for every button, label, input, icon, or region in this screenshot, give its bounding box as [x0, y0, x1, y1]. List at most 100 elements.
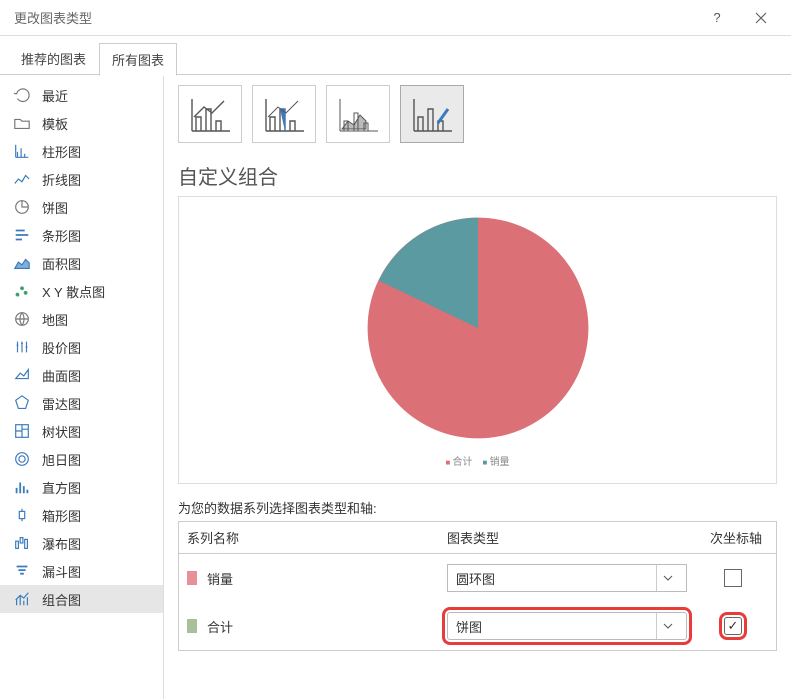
sidebar-item-label: 饼图: [42, 198, 68, 217]
column-chart-icon: [12, 141, 32, 161]
legend-sales: 销量: [483, 453, 510, 468]
chart-type-select-sales[interactable]: 圆环图: [447, 564, 687, 592]
series-name: 销量: [187, 569, 447, 588]
select-value: 饼图: [456, 617, 482, 636]
sidebar-item-histogram[interactable]: 直方图: [0, 473, 163, 501]
sidebar-item-area[interactable]: 面积图: [0, 249, 163, 277]
sidebar-item-label: 最近: [42, 86, 68, 105]
series-table: 系列名称 图表类型 次坐标轴 销量 圆环图: [178, 521, 777, 651]
sidebar-item-label: 折线图: [42, 170, 81, 189]
pie-chart-icon: [363, 213, 593, 443]
sidebar-item-label: 树状图: [42, 422, 81, 441]
series-row-total: 合计 饼图: [179, 602, 776, 650]
section-title: 自定义组合: [178, 161, 777, 190]
sidebar-item-radar[interactable]: 雷达图: [0, 389, 163, 417]
sidebar-item-map[interactable]: 地图: [0, 305, 163, 333]
funnel-icon: [12, 561, 32, 581]
combo-chart-icon: [12, 589, 32, 609]
series-prompt: 为您的数据系列选择图表类型和轴:: [178, 498, 777, 517]
sidebar-item-pie[interactable]: 饼图: [0, 193, 163, 221]
sidebar-item-label: 曲面图: [42, 366, 81, 385]
sidebar-item-template[interactable]: 模板: [0, 109, 163, 137]
sidebar-item-label: 模板: [42, 114, 68, 133]
sidebar-item-label: 面积图: [42, 254, 81, 273]
close-button[interactable]: [739, 0, 783, 36]
series-header: 系列名称 图表类型 次坐标轴: [179, 522, 776, 554]
sidebar-item-column[interactable]: 柱形图: [0, 137, 163, 165]
sidebar-item-recent[interactable]: 最近: [0, 81, 163, 109]
sidebar-item-label: 地图: [42, 310, 68, 329]
subtype-row: [178, 85, 777, 143]
stock-chart-icon: [12, 337, 32, 357]
scatter-chart-icon: [12, 281, 32, 301]
sidebar-item-scatter[interactable]: X Y 散点图: [0, 277, 163, 305]
sidebar-item-label: 瀑布图: [42, 534, 81, 553]
series-row-sales: 销量 圆环图: [179, 554, 776, 602]
help-button[interactable]: ?: [695, 0, 739, 36]
secondary-axis-checkbox-sales[interactable]: [724, 569, 742, 587]
legend-total: 合计: [445, 453, 472, 468]
subtype-combo-custom[interactable]: [400, 85, 464, 143]
series-name-label: 合计: [207, 617, 233, 636]
header-series-name: 系列名称: [187, 528, 447, 547]
radar-chart-icon: [12, 393, 32, 413]
series-name: 合计: [187, 617, 447, 636]
chart-type-sidebar: 最近 模板 柱形图 折线图 饼图 条形图 面积图 X Y 散点图 地图: [0, 75, 164, 699]
sidebar-item-label: 股价图: [42, 338, 81, 357]
area-chart-icon: [12, 253, 32, 273]
sidebar-item-treemap[interactable]: 树状图: [0, 417, 163, 445]
series-name-label: 销量: [207, 569, 233, 588]
map-icon: [12, 309, 32, 329]
tab-strip: 推荐的图表 所有图表: [0, 36, 791, 75]
sidebar-item-waterfall[interactable]: 瀑布图: [0, 529, 163, 557]
boxplot-icon: [12, 505, 32, 525]
sidebar-item-boxplot[interactable]: 箱形图: [0, 501, 163, 529]
sidebar-item-label: 组合图: [42, 590, 81, 609]
sidebar-item-label: 柱形图: [42, 142, 81, 161]
tab-recommended[interactable]: 推荐的图表: [8, 42, 99, 75]
sidebar-item-label: 箱形图: [42, 506, 81, 525]
subtype-combo-2[interactable]: [252, 85, 316, 143]
header-chart-type: 图表类型: [447, 528, 698, 547]
sidebar-item-line[interactable]: 折线图: [0, 165, 163, 193]
tab-all-charts[interactable]: 所有图表: [99, 43, 177, 76]
sidebar-item-bar[interactable]: 条形图: [0, 221, 163, 249]
chevron-down-icon: [656, 613, 678, 639]
sidebar-item-label: 雷达图: [42, 394, 81, 413]
sidebar-item-label: X Y 散点图: [42, 282, 105, 301]
sunburst-icon: [12, 449, 32, 469]
main-pane: 自定义组合 合计 销量 为您的数据系列选择图表类型和轴: 系列名称 图表类型 次…: [164, 75, 791, 699]
chart-type-select-total[interactable]: 饼图: [447, 612, 687, 640]
secondary-axis-checkbox-total[interactable]: [724, 617, 742, 635]
sidebar-item-label: 条形图: [42, 226, 81, 245]
sidebar-item-label: 旭日图: [42, 450, 81, 469]
line-chart-icon: [12, 169, 32, 189]
sidebar-item-surface[interactable]: 曲面图: [0, 361, 163, 389]
header-secondary-axis: 次坐标轴: [698, 528, 768, 547]
content-area: 最近 模板 柱形图 折线图 饼图 条形图 面积图 X Y 散点图 地图: [0, 75, 791, 699]
subtype-combo-1[interactable]: [178, 85, 242, 143]
histogram-icon: [12, 477, 32, 497]
sidebar-item-combo[interactable]: 组合图: [0, 585, 163, 613]
series-swatch-icon: [187, 571, 197, 585]
sidebar-item-stock[interactable]: 股价图: [0, 333, 163, 361]
sidebar-item-label: 漏斗图: [42, 562, 81, 581]
subtype-combo-3[interactable]: [326, 85, 390, 143]
chart-preview: 合计 销量: [178, 196, 777, 484]
close-icon: [755, 12, 767, 24]
chevron-down-icon: [656, 565, 678, 591]
select-value: 圆环图: [456, 569, 495, 588]
sidebar-item-label: 直方图: [42, 478, 81, 497]
waterfall-icon: [12, 533, 32, 553]
sidebar-item-funnel[interactable]: 漏斗图: [0, 557, 163, 585]
treemap-icon: [12, 421, 32, 441]
titlebar: 更改图表类型 ?: [0, 0, 791, 36]
pie-chart-icon: [12, 197, 32, 217]
recent-icon: [12, 85, 32, 105]
window-title: 更改图表类型: [14, 8, 695, 27]
sidebar-item-sunburst[interactable]: 旭日图: [0, 445, 163, 473]
series-swatch-icon: [187, 619, 197, 633]
bar-chart-icon: [12, 225, 32, 245]
folder-icon: [12, 113, 32, 133]
surface-chart-icon: [12, 365, 32, 385]
